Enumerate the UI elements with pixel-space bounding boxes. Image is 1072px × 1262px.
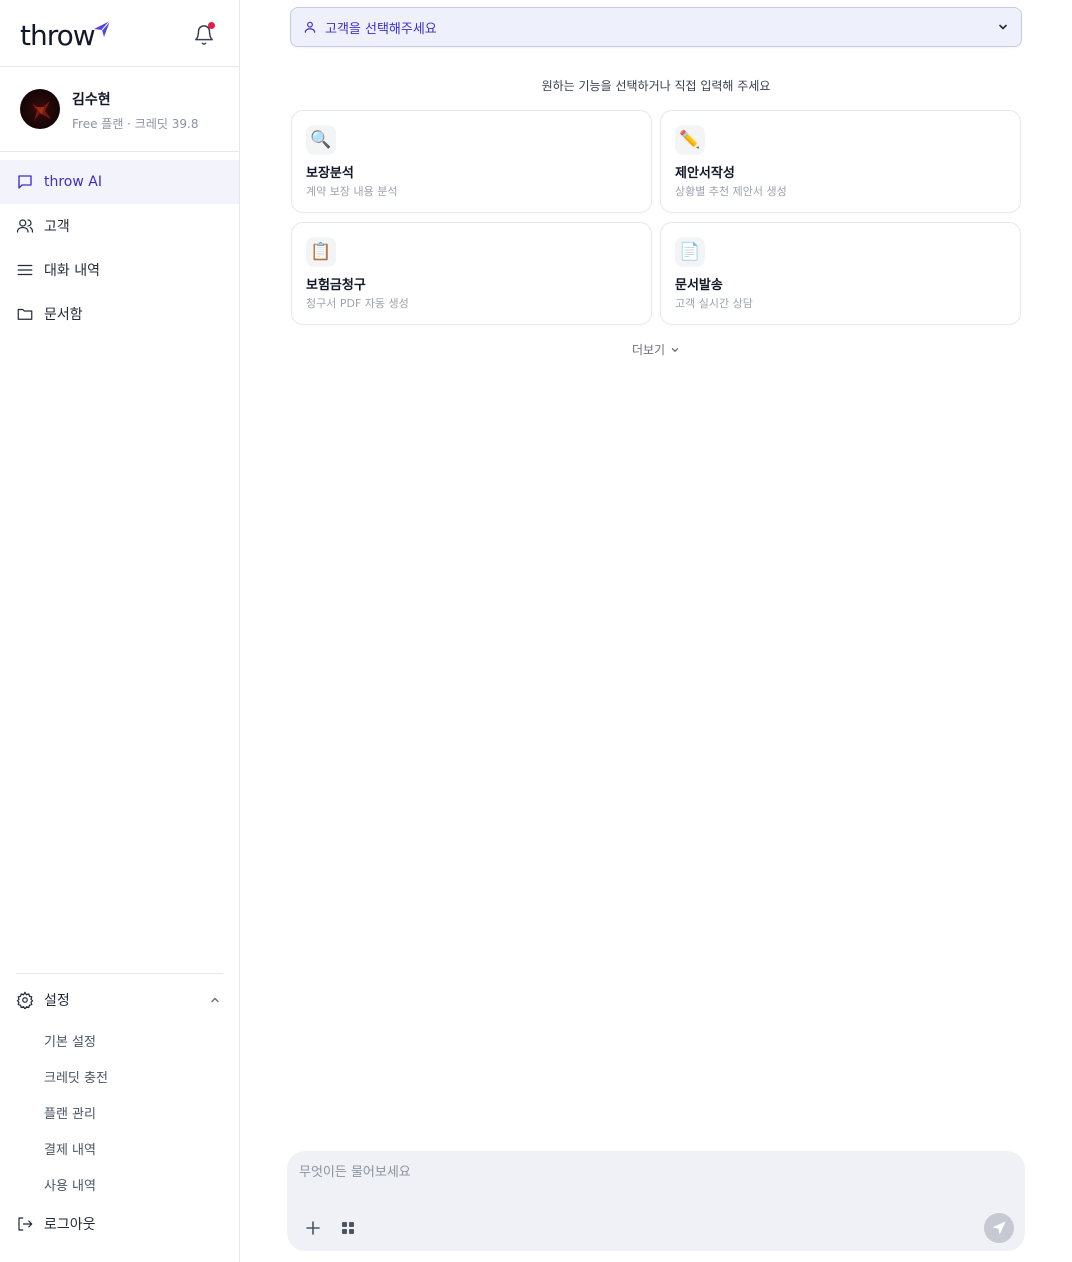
send-icon: [992, 1221, 1006, 1235]
chat-composer: [287, 1151, 1025, 1251]
nav-item-label: throw AI: [44, 174, 102, 190]
chat-input[interactable]: [299, 1161, 999, 1201]
prompt-title: 원하는 기능을 선택하거나 직접 입력해 주세요: [541, 79, 771, 93]
feature-card-insurance-claim[interactable]: 📋 보험금청구 청구서 PDF 자동 생성: [291, 222, 652, 325]
paper-plane-logo-icon: [93, 20, 111, 37]
settings-item-credit-charge[interactable]: 크레딧 충전: [44, 1058, 108, 1094]
folder-icon: [16, 305, 34, 323]
notification-bell-button[interactable]: [193, 22, 215, 46]
logout-icon: [16, 1215, 34, 1233]
logo-text: throw: [20, 19, 96, 52]
nav-item-documents[interactable]: 문서함: [0, 292, 239, 336]
users-icon: [16, 217, 34, 235]
clipboard-icon: 📋: [306, 237, 336, 267]
menu-lines-icon: [16, 261, 34, 279]
logo[interactable]: throw: [20, 16, 111, 52]
nav-item-label: 고객: [44, 219, 70, 235]
divider: [16, 973, 223, 974]
user-icon: [304, 21, 316, 33]
main-nav: throw AI 고객 대화 내역 문서함: [0, 160, 239, 336]
more-button[interactable]: 더보기: [290, 341, 1022, 358]
gear-icon: [16, 991, 34, 1011]
nav-item-label: 문서함: [44, 307, 83, 323]
nav-item-throw-ai[interactable]: throw AI: [0, 160, 239, 204]
sidebar: throw 김수현 Free 플랜 · 크레딧 39.8 throw AI 고객…: [0, 0, 240, 1262]
settings-toggle[interactable]: 설정: [16, 986, 223, 1014]
settings-submenu: 기본 설정 크레딧 충전 플랜 관리 결제 내역 사용 내역: [44, 1022, 108, 1202]
logout-label: 로그아웃: [44, 1217, 96, 1233]
chevron-down-icon: [671, 347, 679, 352]
feature-desc: 청구서 PDF 자동 생성: [306, 297, 409, 310]
settings-label: 설정: [44, 993, 70, 1009]
feature-desc: 상황별 추천 제안서 생성: [675, 185, 787, 198]
feature-desc: 고객 실시간 상담: [675, 297, 753, 310]
magnifier-icon: 🔍: [306, 125, 336, 155]
feature-card-coverage-analysis[interactable]: 🔍 보장분석 계약 보장 내용 분석: [291, 110, 652, 213]
feature-desc: 계약 보장 내용 분석: [306, 185, 398, 198]
feature-title: 보험금청구: [306, 278, 366, 293]
notification-dot: [208, 22, 215, 29]
more-label: 더보기: [631, 343, 666, 357]
customer-select-placeholder: 고객을 선택해주세요: [325, 21, 437, 37]
send-button[interactable]: [984, 1213, 1014, 1243]
nav-item-customers[interactable]: 고객: [0, 204, 239, 248]
feature-card-proposal[interactable]: ✏️ 제안서작성 상황별 추천 제안서 생성: [660, 110, 1021, 213]
settings-item-payments[interactable]: 결제 내역: [44, 1130, 108, 1166]
feature-title: 문서발송: [675, 278, 723, 293]
nav-item-label: 대화 내역: [44, 263, 100, 279]
logout-button[interactable]: 로그아웃: [16, 1210, 96, 1238]
chevron-up-icon: [211, 997, 219, 1003]
avatar: [20, 89, 60, 129]
settings-item-usage[interactable]: 사용 내역: [44, 1166, 108, 1202]
nav-item-chat-history[interactable]: 대화 내역: [0, 248, 239, 292]
pencil-icon: ✏️: [675, 125, 705, 155]
profile-card[interactable]: 김수현 Free 플랜 · 크레딧 39.8: [0, 67, 239, 152]
feature-title: 보장분석: [306, 166, 354, 181]
customer-select-dropdown[interactable]: 고객을 선택해주세요: [290, 7, 1022, 47]
feature-card-document-send[interactable]: 📄 문서발송 고객 실시간 상담: [660, 222, 1021, 325]
chat-bubble-icon: [16, 173, 34, 191]
plus-icon[interactable]: [304, 1219, 322, 1237]
brand-row: throw: [0, 0, 239, 67]
settings-item-basic[interactable]: 기본 설정: [44, 1022, 108, 1058]
document-icon: 📄: [675, 237, 705, 267]
profile-plan-credit: Free 플랜 · 크레딧 39.8: [72, 117, 199, 131]
grid-icon[interactable]: [340, 1220, 356, 1236]
profile-name: 김수현: [72, 92, 111, 108]
settings-item-plan[interactable]: 플랜 관리: [44, 1094, 108, 1130]
chevron-down-icon: [999, 24, 1007, 30]
feature-title: 제안서작성: [675, 166, 735, 181]
